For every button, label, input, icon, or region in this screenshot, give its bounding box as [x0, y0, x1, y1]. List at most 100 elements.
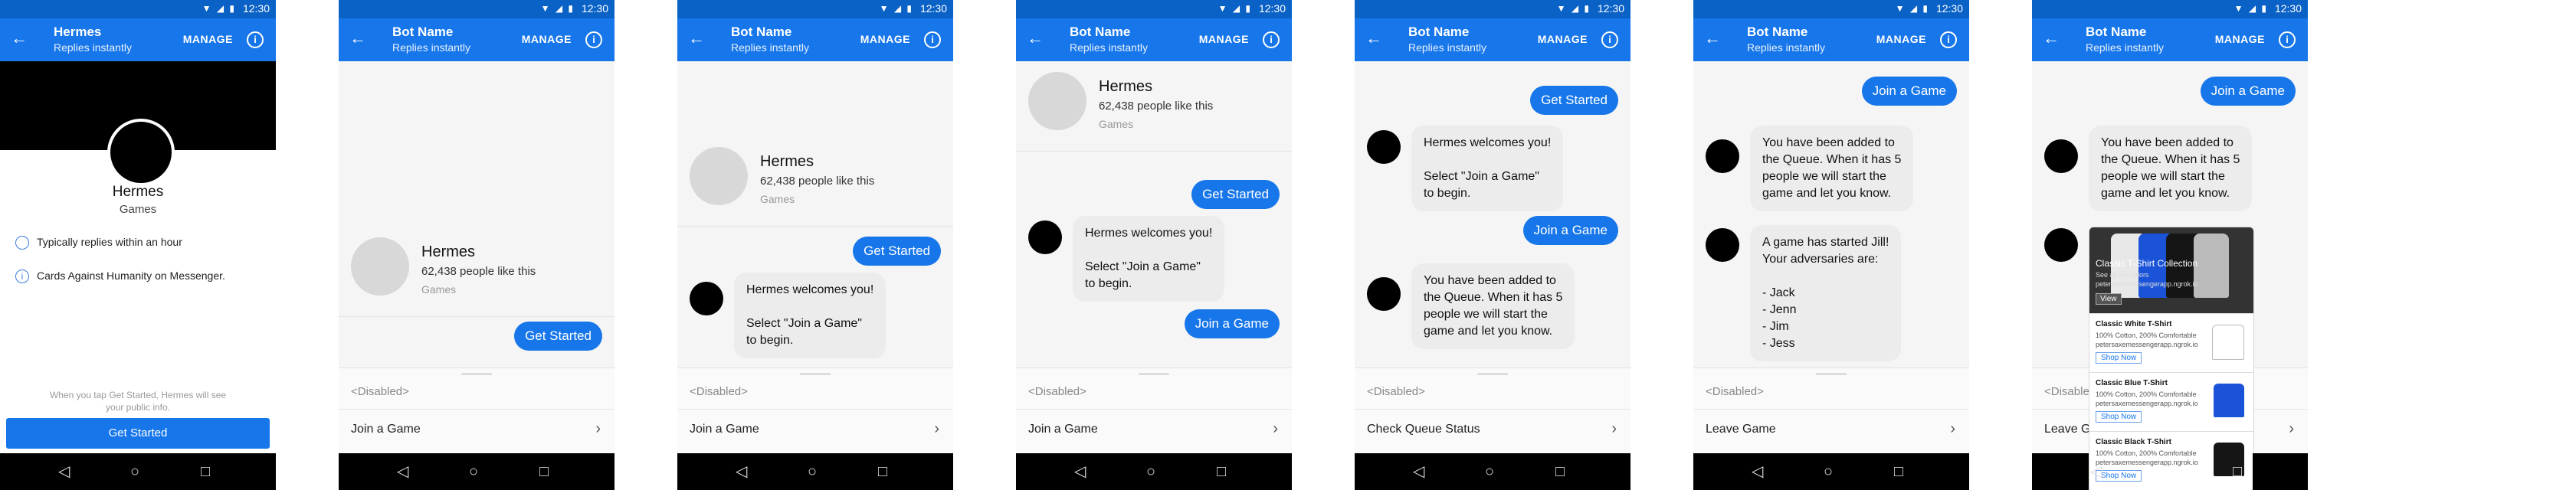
manage-button[interactable]: MANAGE — [2215, 33, 2265, 45]
message-in: You have been added to the Queue. When i… — [2089, 126, 2253, 211]
profile-avatar — [107, 119, 175, 186]
nav-recent-icon[interactable]: □ — [1217, 463, 1226, 480]
back-arrow-icon[interactable]: ← — [1704, 29, 1721, 47]
back-arrow-icon[interactable]: ← — [688, 29, 705, 47]
nav-recent-icon[interactable]: □ — [878, 463, 887, 480]
chat-area: Hermes 62,438 people like this Games Get… — [1016, 61, 1292, 368]
menu-item[interactable]: Join a Game — [690, 423, 759, 436]
nav-recent-icon[interactable]: □ — [201, 463, 210, 480]
manage-button[interactable]: MANAGE — [1876, 33, 1926, 45]
shop-now-button[interactable]: Shop Now — [2096, 470, 2142, 482]
drag-handle[interactable] — [800, 373, 831, 375]
page-name: Hermes — [421, 243, 476, 260]
nav-recent-icon[interactable]: □ — [2233, 463, 2242, 480]
nav-home-icon[interactable]: ○ — [1146, 463, 1155, 480]
chevron-right-icon: › — [595, 420, 601, 437]
status-icons: ▼ ◢ ▮ — [540, 3, 575, 14]
status-bar: ▼ ◢ ▮ 12:30 — [677, 0, 953, 18]
blue-tshirt-icon — [2214, 384, 2244, 417]
persistent-menu: <Disabled> Check Queue Status › — [1355, 368, 1630, 454]
page-picture — [1028, 72, 1086, 130]
info-icon[interactable]: i — [1940, 31, 1957, 48]
nav-recent-icon[interactable]: □ — [539, 463, 549, 480]
info-icon[interactable]: i — [924, 31, 941, 48]
collection-header[interactable]: Classic T-Shirt Collection See all our c… — [2089, 227, 2253, 313]
back-arrow-icon[interactable]: ← — [11, 29, 28, 47]
message-in: A game has started Jill! Your adversarie… — [1750, 225, 1902, 361]
back-arrow-icon[interactable]: ← — [349, 29, 366, 47]
info-icon[interactable]: i — [247, 31, 264, 48]
nav-bar: ◁ ○ □ — [1693, 453, 1969, 490]
manage-button[interactable]: MANAGE — [1538, 33, 1588, 45]
nav-bar: ◁ — [2032, 453, 2102, 490]
status-icons: ▼ ◢ ▮ — [202, 3, 236, 14]
menu-item[interactable]: Join a Game — [1028, 423, 1098, 436]
nav-home-icon[interactable]: ○ — [1485, 463, 1494, 480]
nav-back-icon[interactable]: ◁ — [58, 463, 70, 480]
status-bar: ▼ ◢ ▮ 12:30 — [1693, 0, 1969, 18]
divider — [1355, 409, 1630, 410]
menu-item[interactable]: Leave G — [2044, 423, 2090, 436]
page-likes: 62,438 people like this — [1099, 100, 1214, 113]
page-category: Games — [1099, 118, 1134, 130]
info-icon[interactable]: i — [2279, 31, 2296, 48]
status-icons: ▼ ◢ ▮ — [2234, 3, 2268, 14]
page-subtitle: Replies instantly — [731, 41, 809, 54]
manage-button[interactable]: MANAGE — [183, 33, 233, 45]
drag-handle[interactable] — [1816, 373, 1847, 375]
drag-handle[interactable] — [461, 373, 492, 375]
nav-back-icon[interactable]: ◁ — [736, 463, 747, 480]
clock-icon — [15, 236, 29, 250]
manage-button[interactable]: MANAGE — [860, 33, 910, 45]
info-icon[interactable]: i — [585, 31, 602, 48]
shop-now-button[interactable]: Shop Now — [2096, 352, 2142, 364]
persistent-menu: <Disabled> Join a Game › — [1016, 368, 1292, 454]
chevron-right-icon: › — [1611, 420, 1617, 437]
nav-back-icon[interactable]: ◁ — [1752, 463, 1763, 480]
menu-item[interactable]: Leave Game — [1706, 423, 1776, 436]
persistent-menu: <Disabled> Leave Game › — [1693, 368, 1969, 454]
nav-recent-icon[interactable]: □ — [1894, 463, 1903, 480]
info-icon[interactable]: i — [1263, 31, 1280, 48]
info-icon[interactable]: i — [1601, 31, 1618, 48]
message-out: Get Started — [853, 237, 941, 266]
product-item[interactable]: Classic Black T-Shirt 100% Cotton, 200% … — [2089, 431, 2253, 490]
product-item[interactable]: Classic Blue T-Shirt 100% Cotton, 200% C… — [2089, 372, 2253, 431]
nav-home-icon[interactable]: ○ — [1824, 463, 1833, 480]
menu-item[interactable]: Join a Game — [351, 423, 421, 436]
drag-handle[interactable] — [1139, 373, 1169, 375]
product-item[interactable]: Classic White T-Shirt 100% Cotton, 200% … — [2089, 313, 2253, 372]
product-subtitle: 100% Cotton, 200% Comfortable petersaxem… — [2096, 390, 2198, 407]
nav-back-icon[interactable]: ◁ — [1074, 463, 1086, 480]
message-in: Hermes welcomes you! Select "Join a Game… — [734, 273, 887, 358]
persistent-menu: <Disabled> Join a Game › — [677, 368, 953, 454]
reply-time-row: Typically replies within an hour — [15, 236, 182, 250]
bot-avatar — [1706, 228, 1739, 262]
nav-home-icon[interactable]: ○ — [130, 463, 139, 480]
view-button[interactable]: View — [2096, 293, 2122, 305]
nav-bar: ◁ ○ □ — [0, 453, 276, 490]
drag-handle[interactable] — [1477, 373, 1508, 375]
manage-button[interactable]: MANAGE — [1199, 33, 1249, 45]
back-arrow-icon[interactable]: ← — [1365, 29, 1382, 47]
nav-home-icon[interactable]: ○ — [808, 463, 817, 480]
status-bar: ▼ ◢ ▮ 12:30 — [0, 0, 276, 18]
shop-now-button[interactable]: Shop Now — [2096, 411, 2142, 423]
product-carousel: Classic T-Shirt Collection See all our c… — [2089, 227, 2254, 490]
chevron-right-icon: › — [2289, 420, 2294, 437]
message-out: Get Started — [514, 322, 602, 351]
product-title: Classic Black T-Shirt — [2096, 438, 2171, 446]
page-card: Hermes 62,438 people like this Games — [677, 126, 953, 227]
info-circle-icon: i — [15, 270, 29, 284]
nav-back-icon[interactable]: ◁ — [397, 463, 408, 480]
back-arrow-icon[interactable]: ← — [1027, 29, 1044, 47]
nav-back-icon[interactable]: ◁ — [1413, 463, 1424, 480]
get-started-button[interactable]: Get Started — [6, 418, 270, 449]
menu-item[interactable]: Check Queue Status — [1367, 423, 1480, 436]
nav-home-icon[interactable]: ○ — [469, 463, 478, 480]
back-arrow-icon[interactable]: ← — [2043, 29, 2060, 47]
manage-button[interactable]: MANAGE — [522, 33, 572, 45]
app-bar: ← Bot Name Replies instantly MANAGE i — [1355, 18, 1630, 61]
nav-recent-icon[interactable]: □ — [1555, 463, 1565, 480]
nav-back-icon[interactable]: ◁ — [2090, 463, 2102, 480]
